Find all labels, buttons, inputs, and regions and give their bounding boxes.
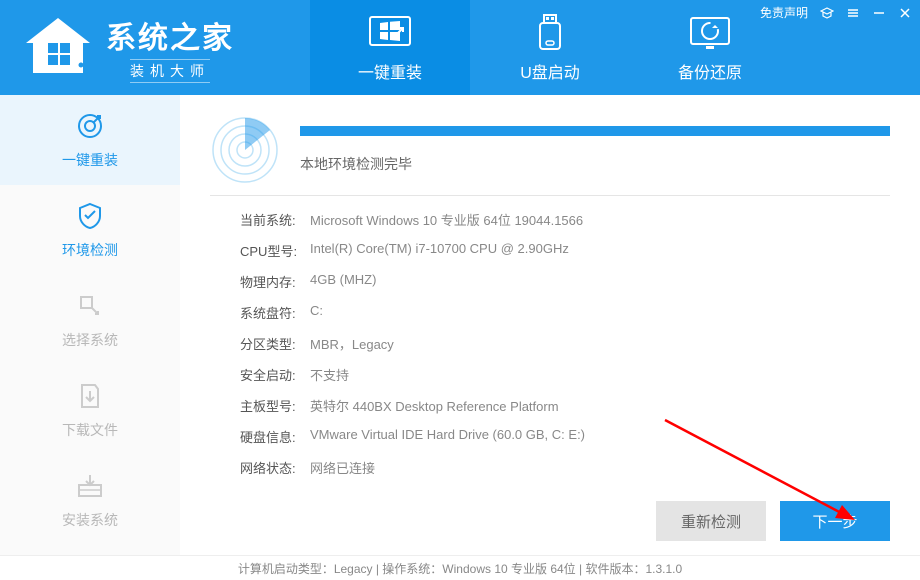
tab-label: U盘启动 bbox=[520, 59, 580, 83]
sidebar-item-select-system[interactable]: 选择系统 bbox=[0, 275, 180, 365]
window-controls: 免责声明 bbox=[760, 4, 912, 21]
house-logo-icon bbox=[18, 13, 98, 83]
logo-title: 系统之家 bbox=[106, 13, 234, 57]
tab-label: 备份还原 bbox=[678, 59, 742, 83]
info-label: 分区类型: bbox=[240, 334, 310, 353]
logo-subtitle: 装机大师 bbox=[130, 59, 210, 83]
scan-right: 本地环境检测完毕 bbox=[300, 126, 890, 174]
sidebar-item-label: 选择系统 bbox=[62, 330, 118, 350]
info-value: C: bbox=[310, 303, 323, 322]
target-icon bbox=[74, 110, 106, 142]
info-row: CPU型号:Intel(R) Core(TM) i7-10700 CPU @ 2… bbox=[240, 241, 890, 260]
info-value: 网络已连接 bbox=[310, 458, 375, 477]
divider bbox=[210, 195, 890, 196]
info-label: 网络状态: bbox=[240, 458, 310, 477]
progress-bar bbox=[300, 126, 890, 136]
info-row: 物理内存:4GB (MHZ) bbox=[240, 272, 890, 291]
info-value: 4GB (MHZ) bbox=[310, 272, 376, 291]
info-row: 主板型号:英特尔 440BX Desktop Reference Platfor… bbox=[240, 396, 890, 415]
info-label: 物理内存: bbox=[240, 272, 310, 291]
info-value: Intel(R) Core(TM) i7-10700 CPU @ 2.90GHz bbox=[310, 241, 569, 260]
scan-header: 本地环境检测完毕 bbox=[210, 115, 890, 185]
body: 一键重装 环境检测 选择系统 下载文件 安装系统 本地环境检测完毕 bbox=[0, 95, 920, 555]
settings-icon[interactable] bbox=[846, 6, 860, 20]
redetect-button[interactable]: 重新检测 bbox=[656, 501, 766, 541]
windows-icon bbox=[368, 13, 412, 53]
graduation-icon[interactable] bbox=[820, 6, 834, 20]
sidebar-item-label: 下载文件 bbox=[62, 420, 118, 440]
sidebar-item-label: 环境检测 bbox=[62, 240, 118, 260]
info-row: 系统盘符:C: bbox=[240, 303, 890, 322]
sidebar: 一键重装 环境检测 选择系统 下载文件 安装系统 bbox=[0, 95, 180, 555]
info-label: 系统盘符: bbox=[240, 303, 310, 322]
info-label: 主板型号: bbox=[240, 396, 310, 415]
tab-label: 一键重装 bbox=[358, 59, 422, 83]
backup-icon bbox=[688, 13, 732, 53]
header: 系统之家 装机大师 一键重装 U盘启动 备份还原 免责声明 bbox=[0, 0, 920, 95]
info-row: 硬盘信息:VMware Virtual IDE Hard Drive (60.0… bbox=[240, 427, 890, 446]
minimize-button[interactable] bbox=[872, 6, 886, 20]
info-row: 安全启动:不支持 bbox=[240, 365, 890, 384]
info-row: 当前系统:Microsoft Windows 10 专业版 64位 19044.… bbox=[240, 210, 890, 229]
scan-status: 本地环境检测完毕 bbox=[300, 154, 890, 174]
sidebar-item-reinstall[interactable]: 一键重装 bbox=[0, 95, 180, 185]
info-label: 安全启动: bbox=[240, 365, 310, 384]
info-value: 不支持 bbox=[310, 365, 349, 384]
info-rows: 当前系统:Microsoft Windows 10 专业版 64位 19044.… bbox=[210, 210, 890, 477]
info-label: 硬盘信息: bbox=[240, 427, 310, 446]
disclaimer-link[interactable]: 免责声明 bbox=[760, 4, 808, 21]
sidebar-item-install[interactable]: 安装系统 bbox=[0, 455, 180, 545]
info-label: CPU型号: bbox=[240, 241, 310, 260]
main-panel: 本地环境检测完毕 当前系统:Microsoft Windows 10 专业版 6… bbox=[180, 95, 920, 555]
install-icon bbox=[74, 470, 106, 502]
close-button[interactable] bbox=[898, 6, 912, 20]
info-value: VMware Virtual IDE Hard Drive (60.0 GB, … bbox=[310, 427, 585, 446]
next-button[interactable]: 下一步 bbox=[780, 501, 890, 541]
footer: 计算机启动类型：Legacy | 操作系统：Windows 10 专业版 64位… bbox=[0, 555, 920, 580]
info-label: 当前系统: bbox=[240, 210, 310, 229]
logo-text: 系统之家 装机大师 bbox=[106, 13, 234, 83]
sidebar-item-label: 一键重装 bbox=[62, 150, 118, 170]
action-buttons: 重新检测 下一步 bbox=[656, 501, 890, 541]
logo-area: 系统之家 装机大师 bbox=[0, 0, 310, 95]
info-row: 分区类型:MBR，Legacy bbox=[240, 334, 890, 353]
sidebar-item-env-check[interactable]: 环境检测 bbox=[0, 185, 180, 275]
info-value: MBR，Legacy bbox=[310, 334, 394, 353]
footer-text: 计算机启动类型：Legacy | 操作系统：Windows 10 专业版 64位… bbox=[238, 560, 682, 577]
radar-icon bbox=[210, 115, 280, 185]
tab-reinstall[interactable]: 一键重装 bbox=[310, 0, 470, 95]
tab-usb-boot[interactable]: U盘启动 bbox=[470, 0, 630, 95]
shield-icon bbox=[74, 200, 106, 232]
info-row: 网络状态:网络已连接 bbox=[240, 458, 890, 477]
sidebar-item-label: 安装系统 bbox=[62, 510, 118, 530]
download-icon bbox=[74, 380, 106, 412]
info-value: 英特尔 440BX Desktop Reference Platform bbox=[310, 396, 559, 415]
info-value: Microsoft Windows 10 专业版 64位 19044.1566 bbox=[310, 210, 583, 229]
select-icon bbox=[74, 290, 106, 322]
sidebar-item-download[interactable]: 下载文件 bbox=[0, 365, 180, 455]
usb-icon bbox=[535, 13, 565, 53]
